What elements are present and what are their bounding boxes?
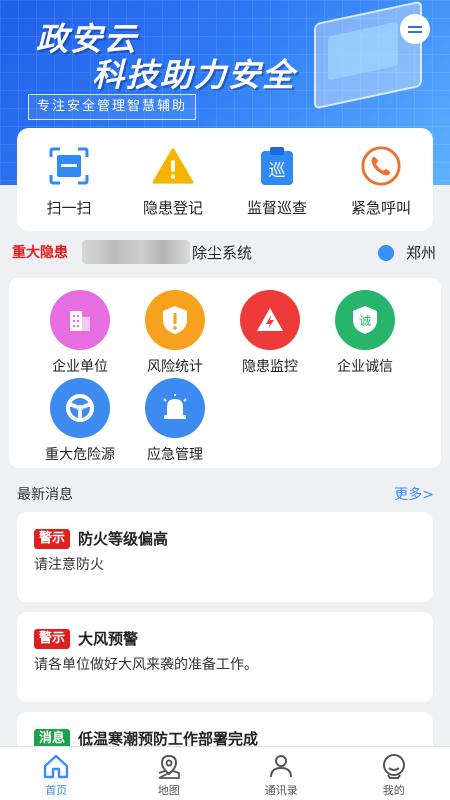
quick-action-label: 扫一扫: [46, 199, 92, 217]
profile-icon: [382, 754, 405, 779]
func-emergency-management[interactable]: 应急管理: [127, 378, 223, 464]
tab-label: 首页: [45, 784, 68, 797]
notice-tag: 重大隐患: [12, 245, 68, 261]
steering-wheel-icon: [50, 378, 110, 438]
news-card-header: 警示 大风预警: [34, 628, 138, 649]
tab-home[interactable]: 首页: [0, 747, 113, 800]
chat-bubble-icon: [408, 25, 422, 28]
siren-icon: [145, 378, 205, 438]
building-icon: [50, 290, 110, 350]
func-label: 风险统计: [147, 359, 203, 375]
func-hazard-monitor[interactable]: 隐患监控: [222, 290, 318, 376]
func-label: 企业单位: [52, 359, 108, 375]
banner-subtitle: 专注安全管理智慧辅助: [28, 94, 197, 120]
func-major-hazard-source[interactable]: 重大危险源: [32, 378, 128, 464]
quick-action-label: 隐患登记: [142, 199, 203, 217]
shield-integrity-icon: 诚: [335, 290, 395, 350]
quick-actions-card: 扫一扫 隐患登记 巡 监督巡查 紧急呼叫: [17, 128, 433, 231]
quick-action-label: 监督巡查: [246, 199, 307, 217]
message-button[interactable]: [400, 14, 430, 44]
location-dot-icon: [378, 245, 394, 261]
bottom-tab-bar: 首页 地图 通讯录 我的: [0, 746, 450, 800]
news-card[interactable]: 警示 大风预警 请各单位做好大风来袭的准备工作。: [17, 612, 433, 702]
news-card[interactable]: 警示 防火等级偏高 请注意防火: [17, 512, 433, 602]
phone-icon: [360, 145, 402, 187]
tab-label: 我的: [382, 784, 405, 797]
warning-icon: [152, 145, 194, 187]
scan-icon: [48, 145, 90, 187]
quick-action-label: 紧急呼叫: [350, 199, 411, 217]
tab-map[interactable]: 地图: [113, 747, 226, 800]
map-pin-icon: [158, 754, 180, 779]
quick-action-scan[interactable]: 扫一扫: [21, 145, 117, 218]
func-enterprise[interactable]: 企业单位: [32, 290, 128, 376]
news-more-link[interactable]: 更多>: [394, 484, 434, 504]
quick-action-patrol[interactable]: 巡 监督巡查: [229, 145, 325, 218]
quick-action-hazard-register[interactable]: 隐患登记: [125, 145, 221, 218]
func-label: 隐患监控: [242, 359, 298, 375]
function-grid: 企业单位 风险统计 隐患监控 诚 企业诚信 重大危险源 应急管理: [9, 278, 441, 468]
svg-text:巡: 巡: [269, 161, 286, 181]
news-body: 请注意防火: [34, 557, 104, 573]
tab-mine[interactable]: 我的: [338, 747, 450, 800]
notice-text: 除尘系统: [192, 243, 253, 262]
tab-contacts[interactable]: 通讯录: [225, 747, 338, 800]
func-integrity[interactable]: 诚 企业诚信: [317, 290, 413, 376]
func-label: 重大危险源: [45, 447, 115, 463]
news-section-title: 最新消息: [17, 487, 73, 503]
news-body: 请各单位做好大风来袭的准备工作。: [34, 657, 258, 673]
redacted-text: [82, 240, 190, 264]
contacts-icon: [270, 755, 293, 778]
func-label: 企业诚信: [337, 359, 393, 375]
notice-city: 郑州: [406, 244, 437, 262]
news-title: 防火等级偏高: [78, 530, 169, 548]
func-risk-stats[interactable]: 风险统计: [127, 290, 223, 376]
tab-label: 通讯录: [264, 784, 298, 797]
news-tag: 警示: [34, 628, 71, 649]
quick-action-emergency-call[interactable]: 紧急呼叫: [333, 145, 429, 218]
lightning-alarm-icon: [240, 290, 300, 350]
tab-label: 地图: [157, 784, 180, 797]
home-icon: [44, 754, 69, 779]
func-label: 应急管理: [147, 447, 203, 463]
banner-title-line2: 科技助力安全: [92, 56, 297, 94]
risk-alert-icon: [145, 290, 205, 350]
news-tag: 警示: [34, 528, 71, 549]
patrol-clipboard-icon: 巡: [256, 145, 298, 187]
news-card-header: 警示 防火等级偏高: [34, 528, 168, 549]
news-title: 大风预警: [78, 630, 139, 648]
svg-text:诚: 诚: [359, 314, 371, 328]
major-hazard-ticker[interactable]: 重大隐患 除尘系统 郑州: [0, 236, 450, 268]
